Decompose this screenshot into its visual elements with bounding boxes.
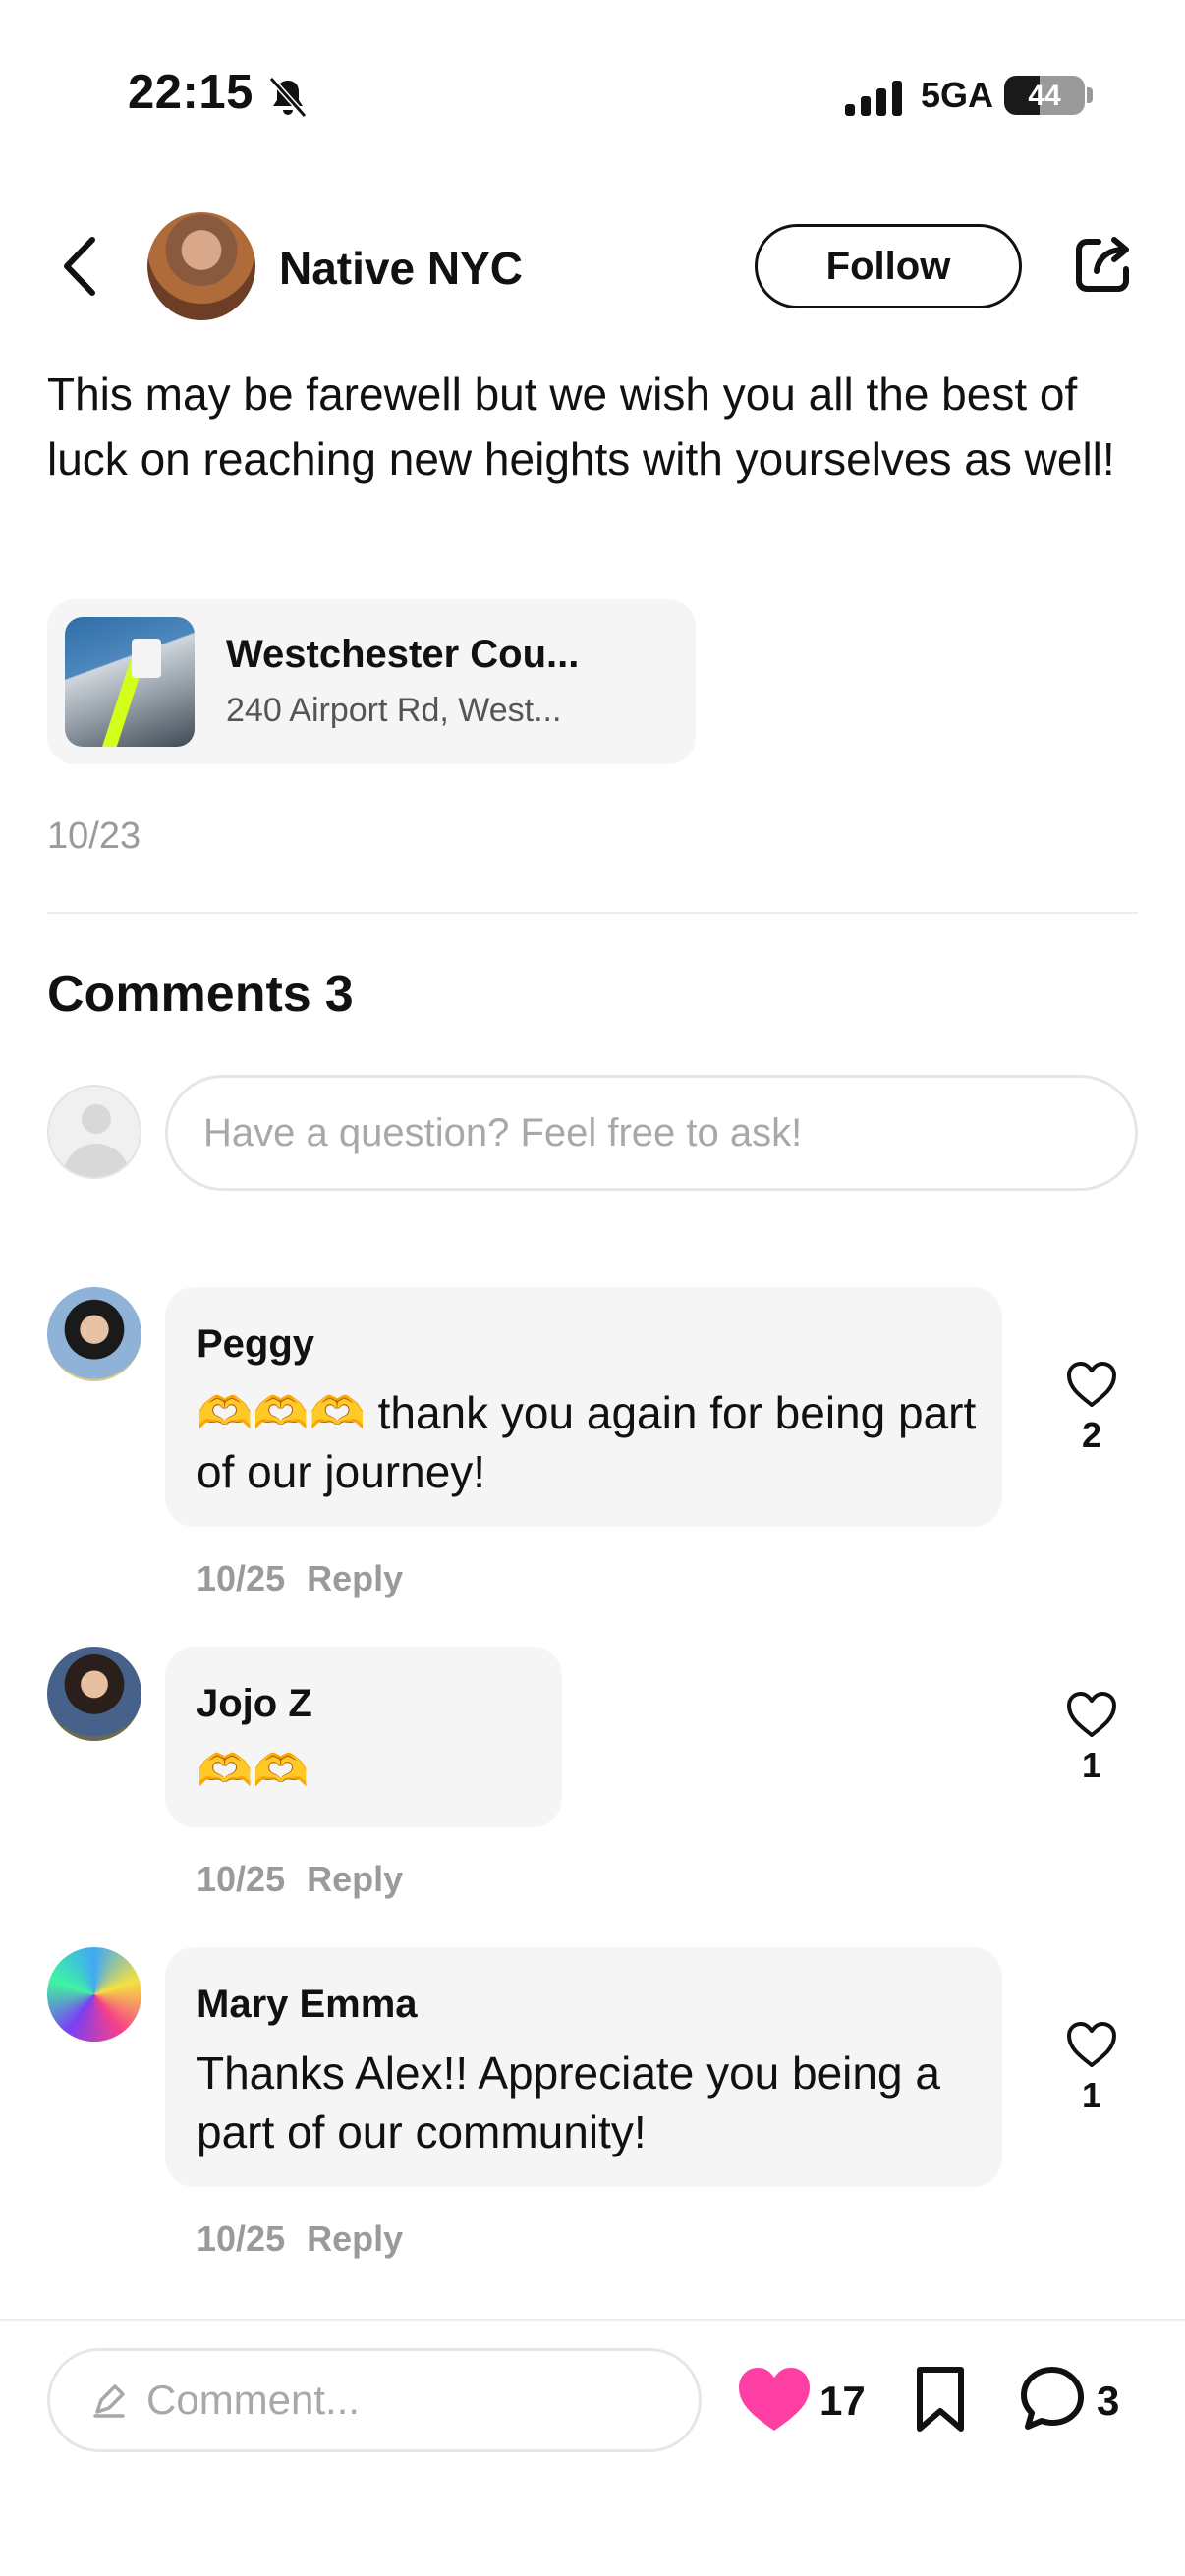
comments-heading: Comments 3	[47, 965, 354, 1024]
battery-cap	[1087, 87, 1093, 103]
comment-text: 🫶🫶🫶 thank you again for being part of ou…	[197, 1383, 983, 1501]
comments-title: Comments	[47, 966, 311, 1023]
reply-button[interactable]: Reply	[307, 2218, 403, 2259]
post-date: 10/23	[47, 815, 141, 857]
question-input[interactable]: Have a question? Feel free to ask!	[165, 1075, 1138, 1191]
author-avatar[interactable]	[147, 212, 255, 320]
comment-input[interactable]: Comment...	[47, 2348, 702, 2452]
heart-icon[interactable]	[1065, 1690, 1118, 1739]
comment-meta: 10/25 Reply	[197, 1859, 403, 1900]
location-thumbnail	[65, 617, 195, 747]
follow-button[interactable]: Follow	[755, 224, 1022, 308]
battery-percent: 44	[1028, 80, 1061, 112]
location-name: Westchester Cou...	[226, 633, 580, 676]
heart-icon[interactable]	[1065, 1360, 1118, 1409]
comment-placeholder: Comment...	[146, 2377, 361, 2423]
comment-date: 10/25	[197, 1859, 286, 1899]
reply-button[interactable]: Reply	[307, 1859, 403, 1899]
bell-muted-icon	[268, 76, 308, 119]
comment-bubble-icon[interactable]	[1018, 2364, 1087, 2433]
comment-emoji: 🫶🫶	[197, 1745, 310, 1796]
reply-button[interactable]: Reply	[307, 1558, 403, 1598]
commenter-avatar[interactable]	[47, 1287, 141, 1381]
comment-date: 10/25	[197, 1558, 286, 1598]
comment-meta: 10/25 Reply	[197, 1558, 403, 1599]
divider	[47, 912, 1138, 914]
post-text: This may be farewell but we wish you all…	[47, 368, 1115, 484]
comment-meta: 10/25 Reply	[197, 2218, 403, 2260]
pencil-icon	[93, 2384, 125, 2418]
like-heart-icon[interactable]	[737, 2366, 812, 2435]
commenter-avatar[interactable]	[47, 1947, 141, 2042]
location-card[interactable]: Westchester Cou... 240 Airport Rd, West.…	[47, 599, 696, 764]
status-time: 22:15	[128, 66, 254, 119]
commenter-name[interactable]: Jojo Z	[197, 1682, 312, 1726]
bottom-bar-divider	[0, 2319, 1185, 2321]
comment-bubble: Jojo Z 🫶🫶	[165, 1647, 562, 1827]
share-icon[interactable]	[1071, 232, 1136, 297]
author-name[interactable]: Native NYC	[279, 242, 523, 295]
comment-count: 3	[1097, 2378, 1120, 2424]
commenter-name[interactable]: Mary Emma	[197, 1983, 418, 2027]
commenter-avatar[interactable]	[47, 1647, 141, 1741]
comment-like-count: 2	[1081, 1415, 1102, 1455]
bookmark-icon[interactable]	[912, 2364, 969, 2435]
current-user-avatar	[47, 1085, 141, 1179]
signal-icon	[845, 81, 902, 116]
like-count: 17	[819, 2378, 866, 2424]
comment-emoji: 🫶🫶🫶	[197, 1387, 366, 1438]
comment-bubble: Peggy 🫶🫶🫶 thank you again for being part…	[165, 1287, 1002, 1527]
heart-icon[interactable]	[1065, 2020, 1118, 2069]
comment-like-count: 1	[1081, 1745, 1102, 1785]
network-type: 5GA	[921, 75, 994, 115]
comment-bubble: Mary Emma Thanks Alex!! Appreciate you b…	[165, 1947, 1002, 2187]
battery-indicator: 44	[1004, 76, 1085, 115]
commenter-name[interactable]: Peggy	[197, 1322, 314, 1367]
comment-text: Thanks Alex!! Appreciate you being a par…	[197, 2047, 940, 2157]
back-chevron-icon[interactable]	[55, 234, 104, 299]
comments-count: 3	[324, 966, 354, 1023]
comment-like-count: 1	[1081, 2075, 1102, 2115]
location-address: 240 Airport Rd, West...	[226, 692, 562, 729]
comment-date: 10/25	[197, 2218, 286, 2259]
